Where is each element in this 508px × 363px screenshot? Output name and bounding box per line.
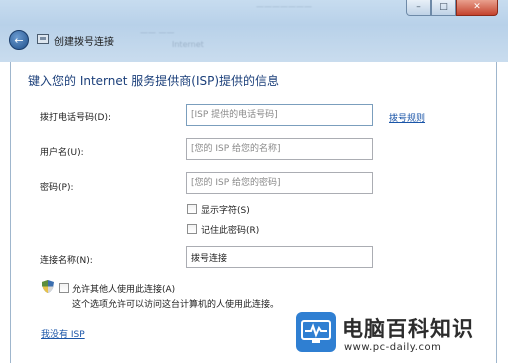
phone-number-input[interactable] — [186, 104, 373, 126]
watermark-logo — [296, 312, 336, 352]
dialup-wizard-icon — [37, 34, 49, 44]
monitor-pulse-icon — [301, 320, 331, 343]
background-blurred-text-2: —— —— — [140, 28, 175, 37]
username-input[interactable] — [186, 138, 373, 160]
uac-shield-icon — [42, 280, 54, 293]
show-chars-label: 显示字符(S) — [201, 206, 250, 216]
watermark-title: 电脑百科知识 — [342, 317, 474, 341]
allow-others-label: 允许其他人使用此连接(A) — [72, 285, 176, 295]
window-chrome: ——————— —— —— Internet – □ ✕ ← 创建拨号连接 — [0, 0, 508, 62]
wizard-title: 创建拨号连接 — [54, 37, 114, 48]
watermark-url: www.pc-daily.com — [344, 342, 442, 353]
password-label: 密码(P): — [40, 183, 74, 193]
allow-others-note: 这个选项允许可以访问这台计算机的人使用此连接。 — [72, 300, 280, 310]
back-button[interactable]: ← — [9, 30, 29, 50]
close-button[interactable]: ✕ — [456, 0, 498, 16]
connection-name-label: 连接名称(N): — [40, 256, 93, 266]
allow-others-checkbox[interactable] — [59, 283, 69, 293]
remember-password-checkbox[interactable] — [187, 224, 197, 234]
dialing-rules-link[interactable]: 拨号规则 — [389, 111, 425, 124]
show-chars-checkbox[interactable] — [187, 204, 197, 214]
minimize-button[interactable]: – — [406, 0, 431, 16]
page-heading: 键入您的 Internet 服务提供商(ISP)提供的信息 — [28, 74, 280, 88]
connection-name-input[interactable] — [186, 246, 373, 268]
no-isp-link[interactable]: 我没有 ISP — [41, 327, 85, 340]
password-input[interactable] — [186, 172, 373, 194]
window-controls: – □ ✕ — [406, 0, 498, 16]
background-blurred-text: ——————— — [256, 2, 312, 11]
phone-label: 拨打电话号码(D): — [40, 113, 111, 123]
background-blurred-text-3: Internet — [172, 40, 204, 49]
username-label: 用户名(U): — [40, 148, 84, 158]
remember-password-label: 记住此密码(R) — [201, 226, 260, 236]
back-arrow-icon: ← — [14, 33, 24, 47]
maximize-button[interactable]: □ — [431, 0, 456, 16]
